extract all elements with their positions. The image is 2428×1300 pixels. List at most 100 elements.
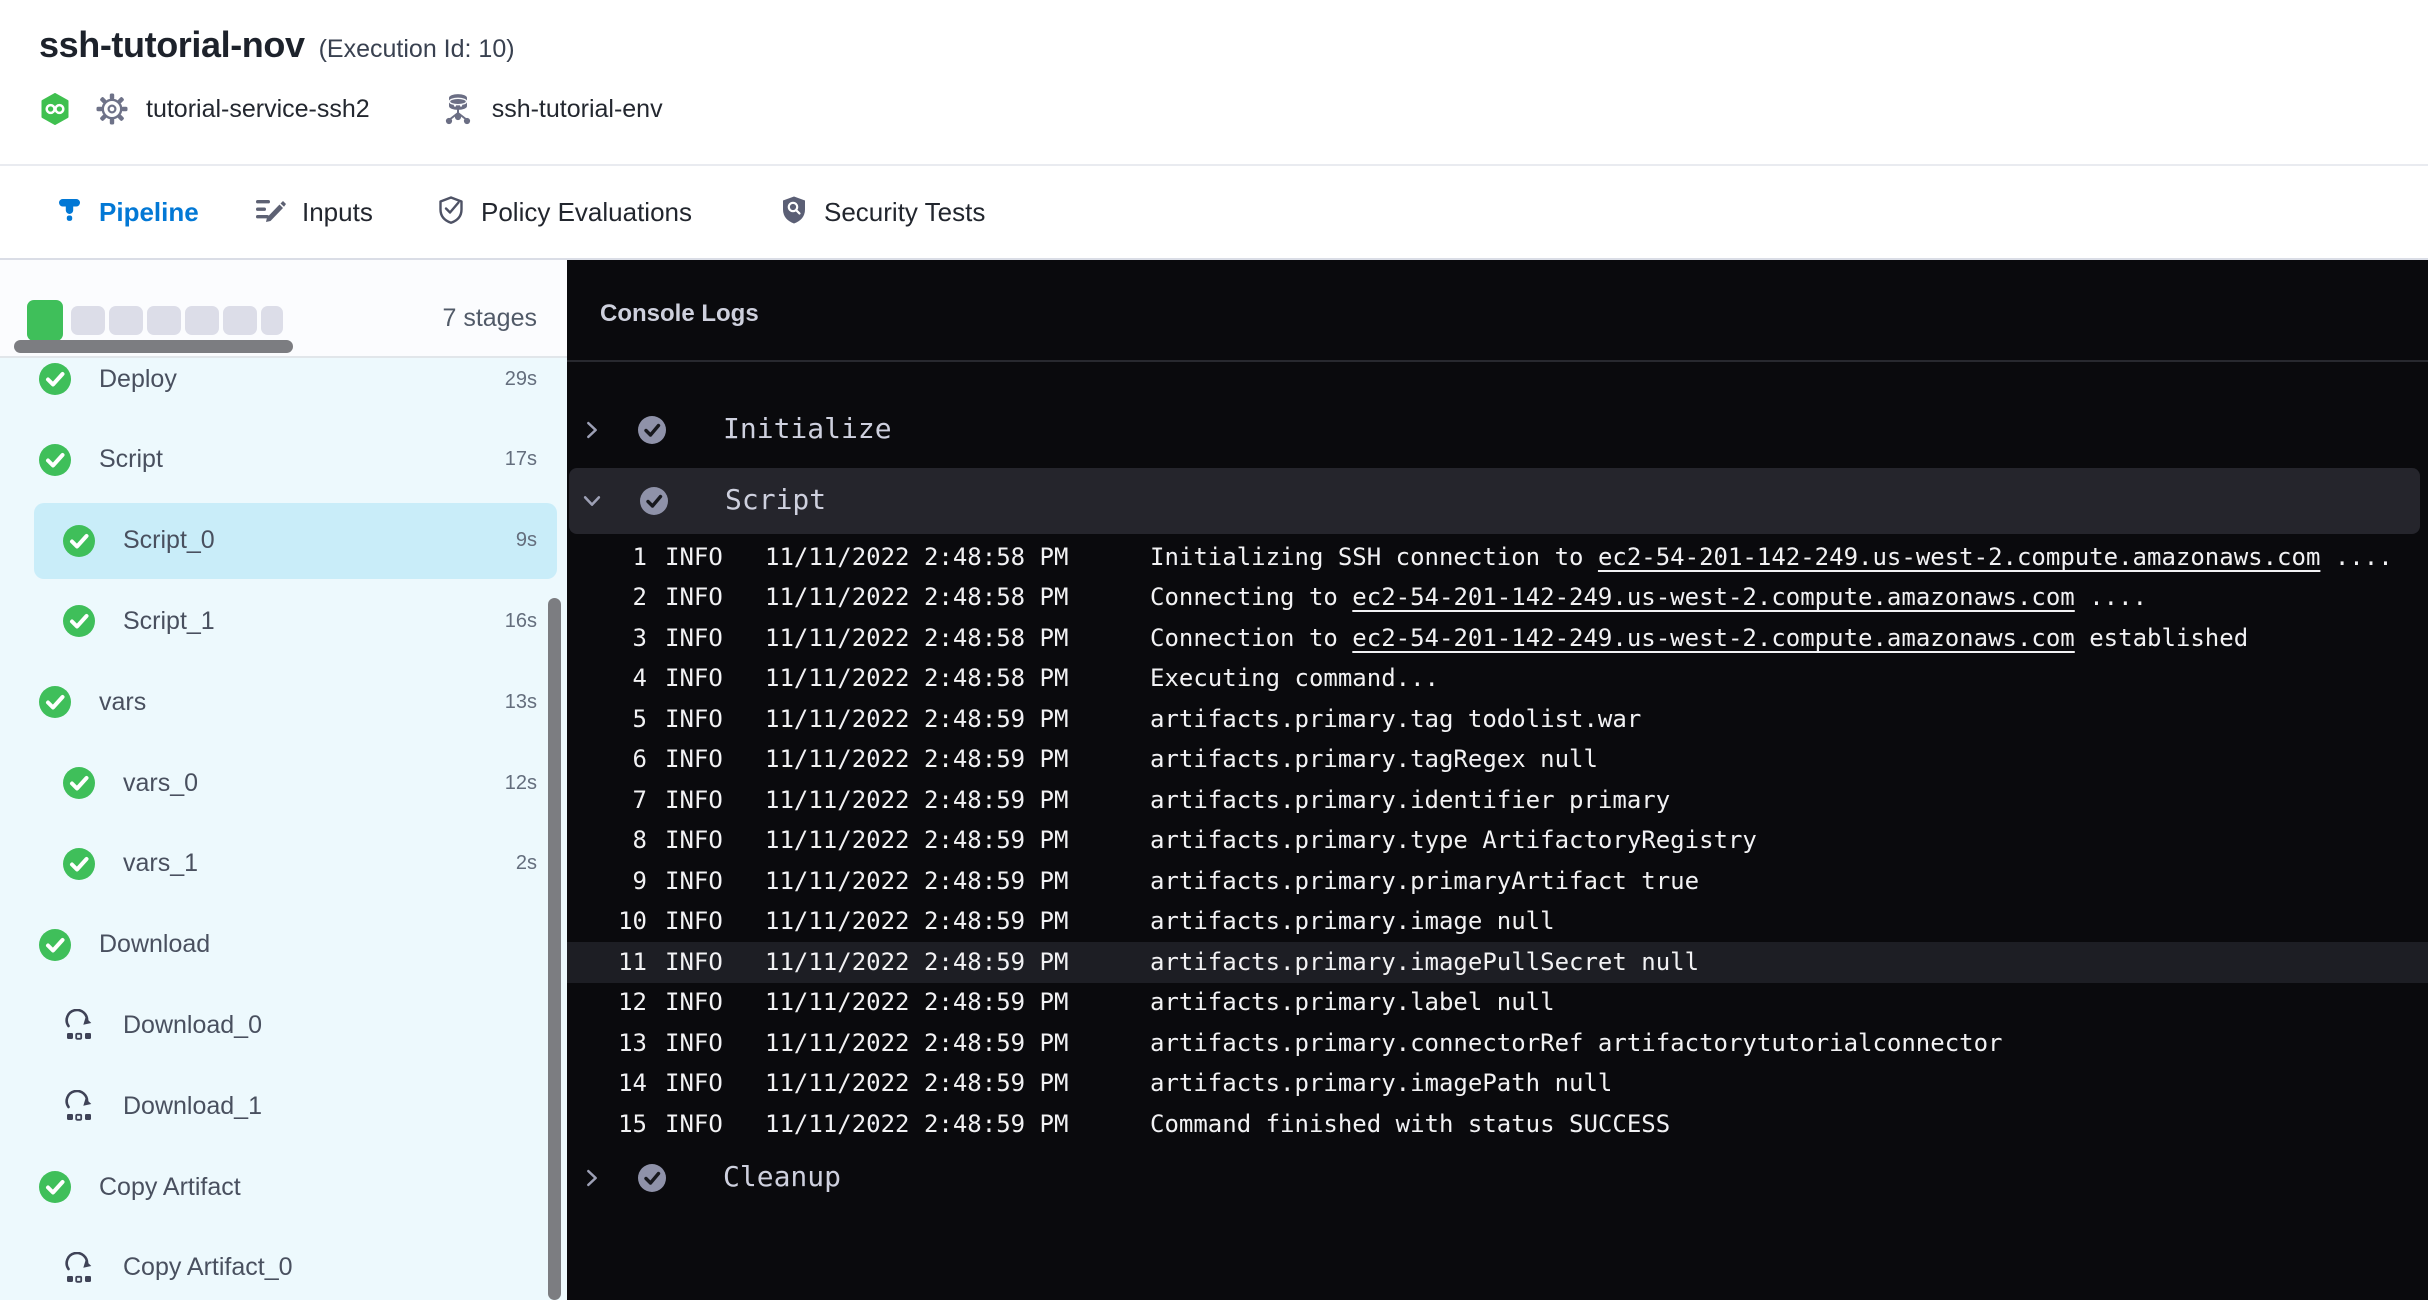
stage-row-copy-artifact-0[interactable]: Copy Artifact_0: [0, 1228, 567, 1300]
log-line-number: 14: [581, 1063, 647, 1104]
log-line-9: 9INFO11/11/2022 2:48:59 PMartifacts.prim…: [567, 861, 2428, 902]
stage-duration: 13s: [505, 691, 537, 714]
stage-row-script-0[interactable]: Script_09s: [0, 501, 567, 581]
check-circle-icon: [62, 524, 96, 558]
stage-square-pending[interactable]: [71, 306, 105, 335]
log-timestamp: 11/11/2022 2:48:59 PM: [765, 861, 1068, 902]
log-message: artifacts.primary.connectorRef artifacto…: [1150, 1023, 2422, 1064]
log-message: artifacts.primary.identifier primary: [1150, 780, 2422, 821]
log-message: artifacts.primary.tagRegex null: [1150, 739, 2422, 780]
log-message: artifacts.primary.tag todolist.war: [1150, 699, 2422, 740]
chevron-down-icon[interactable]: [581, 490, 603, 512]
stage-row-script-1[interactable]: Script_116s: [0, 581, 567, 661]
log-level: INFO: [665, 820, 723, 861]
log-message: Initializing SSH connection to ec2-54-20…: [1150, 537, 2422, 578]
stage-square-pending[interactable]: [185, 306, 219, 335]
log-line-number: 12: [581, 982, 647, 1023]
tab-label: Inputs: [302, 197, 373, 228]
log-message: artifacts.primary.imagePath null: [1150, 1063, 2422, 1104]
console-panel: Console Logs InitializeScriptCleanup1INF…: [567, 260, 2428, 1300]
section-label: Script: [725, 483, 826, 516]
tab-policy-evaluations[interactable]: Policy Evaluations: [437, 166, 692, 258]
stages-header: 7 stages: [0, 260, 567, 358]
tab-inputs[interactable]: Inputs: [254, 166, 373, 258]
stage-square-pending[interactable]: [109, 306, 143, 335]
log-line-number: 4: [581, 658, 647, 699]
log-level: INFO: [665, 982, 723, 1023]
stage-row-download-1[interactable]: Download_1: [0, 1066, 567, 1146]
log-host-link[interactable]: ec2-54-201-142-249.us-west-2.compute.ama…: [1352, 583, 2074, 611]
status-check-icon: [637, 1163, 667, 1193]
inputs-icon: [254, 196, 286, 229]
stage-duration: 29s: [505, 368, 537, 391]
loop-icon: [62, 1008, 96, 1042]
vertical-scrollbar-thumb[interactable]: [548, 598, 561, 1300]
log-message: Connecting to ec2-54-201-142-249.us-west…: [1150, 577, 2422, 618]
chevron-right-icon[interactable]: [581, 1167, 603, 1189]
log-line-6: 6INFO11/11/2022 2:48:59 PMartifacts.prim…: [567, 739, 2428, 780]
stage-duration: 12s: [505, 772, 537, 795]
log-line-8: 8INFO11/11/2022 2:48:59 PMartifacts.prim…: [567, 820, 2428, 861]
log-level: INFO: [665, 942, 723, 983]
section-label: Cleanup: [723, 1160, 841, 1193]
stage-square-pending[interactable]: [261, 306, 283, 335]
stage-label: Download_0: [123, 1011, 262, 1040]
log-host-link[interactable]: ec2-54-201-142-249.us-west-2.compute.ama…: [1352, 624, 2074, 652]
log-level: INFO: [665, 618, 723, 659]
execution-meta-row: tutorial-service-ssh2: [40, 90, 663, 128]
log-line-number: 15: [581, 1104, 647, 1145]
environment-name[interactable]: ssh-tutorial-env: [492, 95, 663, 124]
log-timestamp: 11/11/2022 2:48:59 PM: [765, 780, 1068, 821]
stage-row-script[interactable]: Script17s: [0, 420, 567, 500]
tab-security-tests[interactable]: Security Tests: [780, 166, 985, 258]
log-host-link[interactable]: ec2-54-201-142-249.us-west-2.compute.ama…: [1598, 543, 2320, 571]
log-line-number: 7: [581, 780, 647, 821]
log-level: INFO: [665, 1104, 723, 1145]
stage-row-download[interactable]: Download: [0, 905, 567, 985]
log-timestamp: 11/11/2022 2:48:59 PM: [765, 901, 1068, 942]
stage-square-pending[interactable]: [223, 306, 257, 335]
horizontal-scrollbar-thumb[interactable]: [14, 340, 293, 353]
title-row: ssh-tutorial-nov (Execution Id: 10): [39, 24, 515, 66]
log-line-15: 15INFO11/11/2022 2:48:59 PMCommand finis…: [567, 1104, 2428, 1145]
log-section-initialize[interactable]: Initialize: [567, 402, 2428, 458]
check-circle-icon: [62, 604, 96, 638]
log-section-script[interactable]: Script: [569, 468, 2420, 534]
tab-pipeline[interactable]: Pipeline: [56, 166, 199, 258]
stage-square-pending[interactable]: [147, 306, 181, 335]
stage-row-vars[interactable]: vars13s: [0, 662, 567, 742]
chevron-right-icon[interactable]: [581, 419, 603, 441]
stage-label: Deploy: [99, 365, 177, 394]
log-level: INFO: [665, 780, 723, 821]
log-line-11: 11INFO11/11/2022 2:48:59 PMartifacts.pri…: [567, 942, 2428, 983]
stage-row-vars-1[interactable]: vars_12s: [0, 824, 567, 904]
log-message: artifacts.primary.image null: [1150, 901, 2422, 942]
log-line-number: 9: [581, 861, 647, 902]
log-message: Connection to ec2-54-201-142-249.us-west…: [1150, 618, 2422, 659]
check-circle-icon: [62, 847, 96, 881]
log-timestamp: 11/11/2022 2:48:59 PM: [765, 739, 1068, 780]
log-timestamp: 11/11/2022 2:48:58 PM: [765, 577, 1068, 618]
check-circle-icon: [38, 928, 72, 962]
log-timestamp: 11/11/2022 2:48:58 PM: [765, 658, 1068, 699]
policy-shield-check-icon: [437, 195, 465, 230]
log-message: artifacts.primary.imagePullSecret null: [1150, 942, 2422, 983]
log-line-number: 13: [581, 1023, 647, 1064]
log-line-7: 7 INFO 11/11/2022 2:48:59 PM artifacts.prim…: [567, 780, 2428, 821]
stage-row-download-0[interactable]: Download_0: [0, 985, 567, 1065]
status-check-icon: [639, 486, 669, 516]
tab-label: Pipeline: [99, 197, 199, 228]
log-level: INFO: [665, 577, 723, 618]
stage-row-vars-0[interactable]: vars_012s: [0, 743, 567, 823]
environment-icon: [442, 92, 474, 126]
stage-square-complete[interactable]: [27, 300, 63, 341]
stage-label: Script: [99, 445, 163, 474]
log-line-1: 1INFO11/11/2022 2:48:58 PMInitializing S…: [567, 537, 2428, 578]
log-section-cleanup[interactable]: Cleanup: [567, 1150, 2428, 1206]
stage-row-copy-artifact[interactable]: Copy Artifact: [0, 1147, 567, 1227]
service-name[interactable]: tutorial-service-ssh2: [146, 95, 370, 124]
log-timestamp: 11/11/2022 2:48:59 PM: [765, 820, 1068, 861]
log-line-2: 2INFO11/11/2022 2:48:58 PMConnecting to …: [567, 577, 2428, 618]
pipeline-icon: [56, 196, 83, 228]
check-circle-icon: [38, 443, 72, 477]
